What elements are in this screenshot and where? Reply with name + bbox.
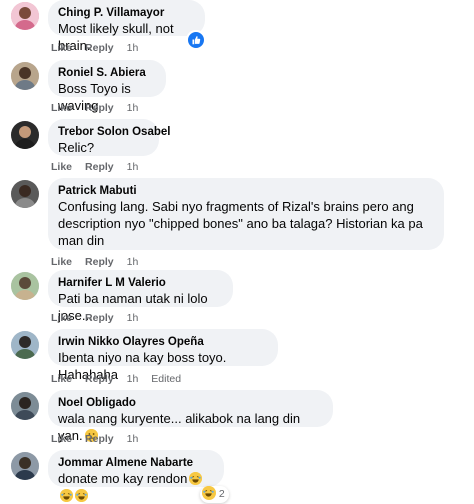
comment-text: Confusing lang. Sabi nyo fragments of Ri…	[58, 199, 423, 248]
comment-bubble: Jommar Almene Nabarte donate mo kay rend…	[48, 450, 224, 502]
comment-bubble: Irwin Nikko Olayres Opeña Ibenta niyo na…	[48, 329, 278, 382]
edited-label[interactable]: Edited	[151, 373, 181, 385]
comment-timestamp[interactable]: 1h	[127, 256, 139, 268]
like-button[interactable]: Like	[51, 42, 72, 54]
comment-bubble: Noel Obligado wala nang kuryente... alik…	[48, 390, 333, 443]
avatar[interactable]	[11, 180, 39, 208]
like-button[interactable]: Like	[51, 161, 72, 173]
like-button[interactable]: Like	[51, 256, 72, 268]
comment-bubble: Ching P. Villamayor Most likely skull, n…	[48, 0, 205, 53]
avatar[interactable]	[11, 62, 39, 90]
comment-author[interactable]: Harnifer L M Valerio	[58, 276, 223, 290]
laughing-emoji-icon	[75, 489, 88, 502]
avatar[interactable]	[11, 121, 39, 149]
comment-actions: Like Reply 1h	[51, 312, 151, 324]
like-button[interactable]: Like	[51, 433, 72, 445]
reply-button[interactable]: Reply	[85, 161, 114, 173]
avatar[interactable]	[11, 272, 39, 300]
reply-button[interactable]: Reply	[85, 312, 114, 324]
comment-text: donate mo kay rendon	[58, 470, 214, 504]
thumbs-up-icon	[192, 36, 201, 45]
reply-button[interactable]: Reply	[85, 373, 114, 385]
comment-timestamp[interactable]: 1h	[127, 433, 139, 445]
avatar[interactable]	[11, 452, 39, 480]
comment-actions: Like Reply 1h	[51, 42, 151, 54]
avatar[interactable]	[11, 2, 39, 30]
reply-button[interactable]: Reply	[85, 102, 114, 114]
like-button[interactable]: Like	[51, 102, 72, 114]
comment-actions: Like Reply 1h Edited	[51, 373, 181, 385]
comment-bubble: Harnifer L M Valerio Pati ba naman utak …	[48, 270, 233, 323]
comment-author[interactable]: Noel Obligado	[58, 396, 323, 410]
reply-button[interactable]: Reply	[85, 256, 114, 268]
comment-timestamp[interactable]: 1h	[127, 42, 139, 54]
like-reaction-badge[interactable]	[186, 30, 206, 50]
comment-author[interactable]: Jommar Almene Nabarte	[58, 456, 214, 470]
comment-actions: Like Reply 1h	[51, 256, 151, 268]
reply-button[interactable]: Reply	[85, 42, 114, 54]
reaction-count-badge[interactable]: 2	[200, 486, 229, 503]
like-button[interactable]: Like	[51, 373, 72, 385]
comment-timestamp[interactable]: 1h	[127, 312, 139, 324]
avatar[interactable]	[11, 392, 39, 420]
comment-actions: Like Reply 1h	[51, 433, 151, 445]
comment-timestamp[interactable]: 1h	[127, 373, 139, 385]
comment-text: Relic?	[58, 140, 95, 155]
like-button[interactable]: Like	[51, 312, 72, 324]
comment-bubble: Roniel S. Abiera Boss Toyo is waving	[48, 60, 166, 113]
laughing-emoji-icon	[189, 472, 203, 485]
comment-author[interactable]: Roniel S. Abiera	[58, 66, 156, 80]
laughing-emoji-icon	[60, 489, 73, 502]
laughing-emoji-icon	[202, 486, 216, 500]
avatar[interactable]	[11, 331, 39, 359]
comment-bubble: Patrick Mabuti Confusing lang. Sabi nyo …	[48, 178, 444, 250]
comment-author[interactable]: Patrick Mabuti	[58, 184, 434, 198]
comment-actions: Like Reply 1h	[51, 102, 151, 114]
comment-bubble: Trebor Solon Osabel Relic?	[48, 119, 170, 156]
comment-author[interactable]: Irwin Nikko Olayres Opeña	[58, 335, 268, 349]
comment-actions: Like Reply 1h	[51, 161, 151, 173]
comment-timestamp[interactable]: 1h	[127, 161, 139, 173]
comment-timestamp[interactable]: 1h	[127, 102, 139, 114]
comment-author[interactable]: Ching P. Villamayor	[58, 6, 195, 20]
reply-button[interactable]: Reply	[85, 433, 114, 445]
comment-author[interactable]: Trebor Solon Osabel	[58, 125, 170, 139]
reaction-count: 2	[218, 488, 225, 500]
